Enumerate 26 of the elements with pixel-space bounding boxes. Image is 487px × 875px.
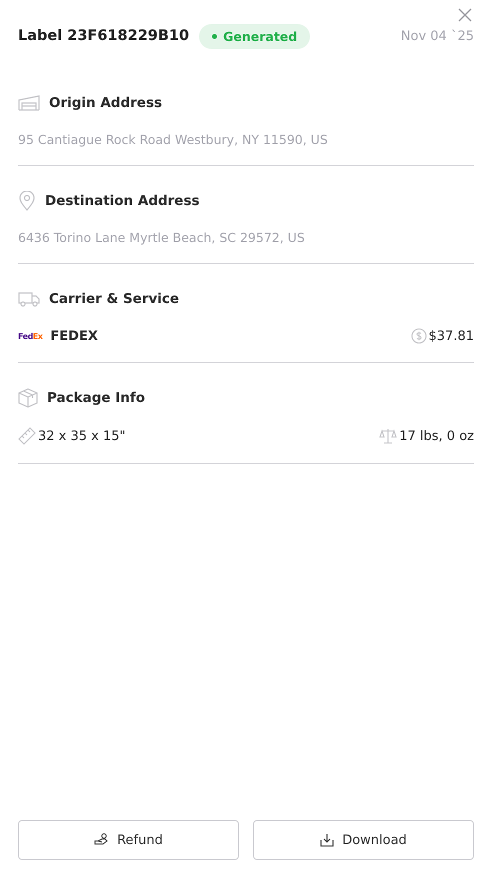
label-title: Label 23F618229B10 xyxy=(18,28,190,44)
status-badge: Generated xyxy=(199,24,310,48)
scale-icon xyxy=(379,428,398,444)
truck-icon xyxy=(18,291,40,307)
weight-text: 17 lbs, 0 oz xyxy=(399,428,474,444)
hand-coin-icon xyxy=(94,833,110,847)
carrier-logo: FedEx xyxy=(18,332,42,340)
close-icon[interactable] xyxy=(458,8,472,22)
section-heading: Origin Address xyxy=(49,95,162,111)
box-icon xyxy=(18,388,38,408)
dimensions-text: 32 x 35 x 15" xyxy=(38,428,126,444)
download-button[interactable]: Download xyxy=(253,820,474,860)
dollar-coin-icon xyxy=(410,328,426,344)
address-text: 6436 Torino Lane Myrtle Beach, SC 29572, US xyxy=(18,230,306,245)
carrier-name: FEDEX xyxy=(50,328,98,344)
date-text: Nov 04 `25 xyxy=(400,28,474,44)
address-text: 95 Cantiague Rock Road Westbury, NY 11590, US xyxy=(18,132,329,147)
download-icon xyxy=(320,833,334,847)
section-heading: Package Info xyxy=(47,390,146,406)
refund-button[interactable]: Refund xyxy=(18,820,239,860)
section-heading: Carrier & Service xyxy=(49,291,180,307)
price-text: $37.81 xyxy=(428,328,474,344)
ruler-icon xyxy=(18,427,36,445)
location-pin-icon xyxy=(18,191,36,211)
section-heading: Destination Address xyxy=(45,193,200,209)
warehouse-icon xyxy=(18,95,40,111)
